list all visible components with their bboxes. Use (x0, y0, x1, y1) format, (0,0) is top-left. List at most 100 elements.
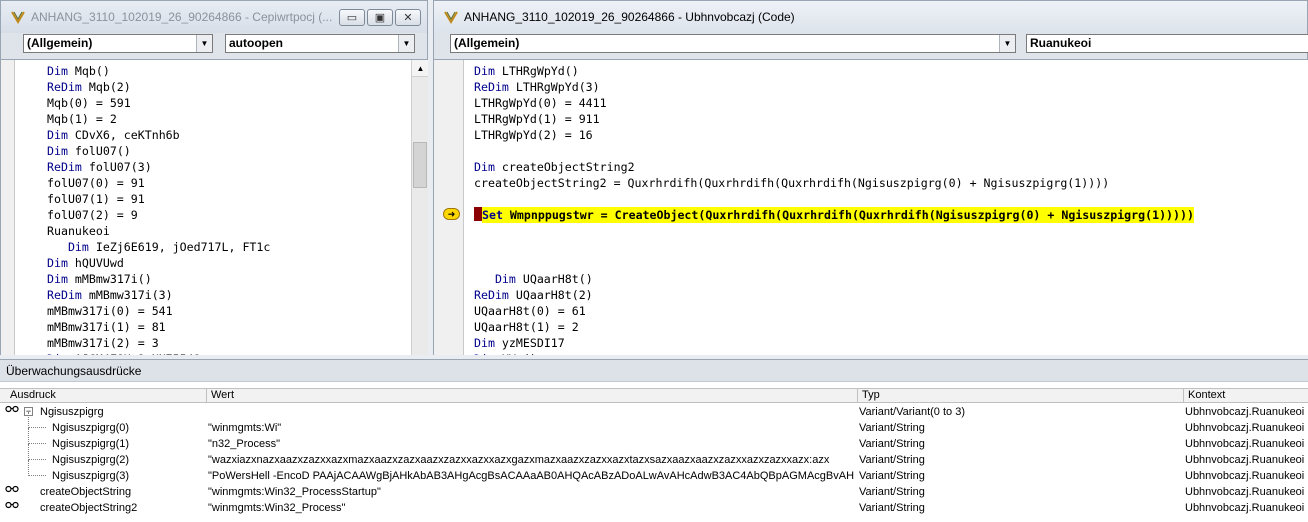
statement-text: Mqb(2) (81, 80, 131, 94)
chevron-down-icon[interactable]: ▼ (999, 35, 1015, 52)
code-line[interactable]: createObjectString2 = Quxrhrdifh(Quxrhrd… (474, 175, 1109, 191)
keyword: ReDim (474, 288, 509, 302)
code-line[interactable]: Dim hQUVUwd (47, 255, 270, 271)
code-line[interactable]: mMBmw317i(2) = 3 (47, 335, 270, 351)
watch-row[interactable]: Ngisuszpigrg(2) "wazxiazxnazxaazxzazxxazx… (0, 444, 1308, 468)
column-header-value[interactable]: Wert (206, 389, 234, 402)
code-line[interactable]: folU07(1) = 91 (47, 191, 270, 207)
code-line[interactable]: Dim UQaarH8t() (474, 271, 1109, 287)
code-line[interactable]: ReDim Mqb(2) (47, 79, 270, 95)
code-line[interactable]: Dim mMBmw317i() (47, 271, 270, 287)
keyword: Dim (47, 256, 68, 270)
procedure-combo[interactable]: Ruanukeoi (1026, 34, 1308, 53)
code-line[interactable] (474, 239, 1109, 255)
code-line[interactable]: ReDim folU07(3) (47, 159, 270, 175)
code-editor[interactable]: Dim LTHRgWpYd() ReDim LTHRgWpYd(3) LTHRgWp… (434, 59, 1308, 355)
left-window-title: ANHANG_3110_102019_26_90264866 - Cepiwrt… (31, 10, 333, 24)
code-line[interactable]: Dim Mqb() (47, 63, 270, 79)
code-line[interactable]: mMBmw317i(0) = 541 (47, 303, 270, 319)
keyword: Dim (47, 128, 68, 142)
keyword: ReDim (47, 80, 82, 94)
statement-text: mMBmw317i(2) = 3 (47, 336, 159, 350)
close-button[interactable]: ✕ (395, 9, 421, 26)
chevron-down-icon[interactable]: ▼ (196, 35, 212, 52)
watch-row[interactable]: − Ngisuszpigrg Variant/Variant(0 to 3) Ubhn… (0, 404, 1308, 420)
maximize-button[interactable]: ▣ (367, 9, 393, 26)
close-icon: ✕ (403, 12, 413, 24)
statement-text: AJGM4F8Hm1xNN75549 (68, 352, 201, 355)
watch-row[interactable]: Ngisuszpigrg(0) "winmgmts:Wi" Variant/Stri… (0, 412, 1308, 436)
code-text[interactable]: Dim Mqb() ReDim Mqb(2) Mqb(0) = 591 Mqb(1) … (47, 63, 270, 355)
code-line[interactable]: ReDim mMBmw317i(3) (47, 287, 270, 303)
scroll-thumb[interactable] (413, 142, 427, 188)
watch-context: Ubhnvobcazj.Ruanukeoi (1185, 470, 1305, 482)
code-line[interactable]: Mqb(1) = 2 (47, 111, 270, 127)
statement-text: Mqb(1) = 2 (47, 112, 117, 126)
code-line[interactable]: folU07(0) = 91 (47, 175, 270, 191)
right-window-titlebar[interactable]: ANHANG_3110_102019_26_90264866 - Ubhnvob… (434, 1, 1307, 33)
keyword: Dim (47, 144, 68, 158)
watch-expression: createObjectString (40, 486, 132, 498)
code-line[interactable]: mMBmw317i(1) = 81 (47, 319, 270, 335)
watch-window-title: Überwachungsausdrücke (0, 360, 1308, 382)
code-line[interactable]: Dim yzMESDI17 (474, 335, 1109, 351)
column-header-type[interactable]: Typ (857, 389, 880, 402)
statement-text: Mqb() (67, 64, 110, 78)
code-line[interactable]: Dim AJGM4F8Hm1xNN75549 (47, 351, 270, 355)
code-line[interactable]: ReDim LTHRgWpYd(3) (474, 79, 1109, 95)
statement-text: LTHRgWpYd(0) = 4411 (474, 96, 607, 110)
watch-type: Variant/String (859, 438, 925, 450)
object-combo[interactable]: (Allgemein) ▼ (450, 34, 1016, 53)
code-line[interactable]: Dim XYg() (474, 351, 1109, 355)
statement-text: mMBmw317i(1) = 81 (47, 320, 166, 334)
procedure-combo-value: Ruanukeoi (1030, 36, 1092, 50)
vertical-scrollbar[interactable]: ▲ (411, 60, 428, 355)
execution-arrow-icon: ➜ (443, 208, 460, 220)
object-combo[interactable]: (Allgemein) ▼ (23, 34, 213, 53)
code-line[interactable]: LTHRgWpYd(2) = 16 (474, 127, 1109, 143)
watch-type: Variant/String (859, 454, 925, 466)
watch-row[interactable]: createObjectString2 "winmgmts:Win32_Proce… (0, 500, 1308, 516)
statement-text: mMBmw317i(3) (81, 288, 173, 302)
code-line[interactable]: Ruanukeoi (47, 223, 270, 239)
column-header-context[interactable]: Kontext (1183, 389, 1225, 402)
procedure-combo[interactable]: autoopen ▼ (225, 34, 415, 53)
tree-connector (28, 428, 46, 444)
code-line[interactable]: LTHRgWpYd(1) = 911 (474, 111, 1109, 127)
column-header-expression[interactable]: Ausdruck (6, 389, 56, 402)
code-line[interactable]: Dim IeZj6E619, jOed717L, FT1c (47, 239, 270, 255)
statement-text: UQaarH8t(1) = 2 (474, 320, 579, 334)
scroll-up-icon[interactable]: ▲ (412, 60, 428, 77)
keyword: Dim (474, 64, 495, 78)
code-line[interactable] (474, 191, 1109, 207)
code-line[interactable]: Mqb(0) = 591 (47, 95, 270, 111)
code-line[interactable]: Dim createObjectString2 (474, 159, 1109, 175)
code-line[interactable] (474, 143, 1109, 159)
code-line[interactable]: UQaarH8t(0) = 61 (474, 303, 1109, 319)
code-editor[interactable]: Dim Mqb() ReDim Mqb(2) Mqb(0) = 591 Mqb(1) … (1, 59, 428, 355)
code-line[interactable] (474, 223, 1109, 239)
statement-text: XYg() (495, 352, 537, 355)
minimize-button[interactable]: ▭ (339, 9, 365, 26)
code-line[interactable]: folU07(2) = 9 (47, 207, 270, 223)
code-line[interactable]: UQaarH8t(1) = 2 (474, 319, 1109, 335)
code-line[interactable]: Dim CDvX6, ceKTnh6b (47, 127, 270, 143)
right-code-window: ANHANG_3110_102019_26_90264866 - Ubhnvob… (433, 0, 1308, 355)
watch-type: Variant/String (859, 502, 925, 514)
statement-text: Ruanukeoi (47, 224, 110, 238)
watch-value: "winmgmts:Win32_ProcessStartup" (208, 486, 381, 498)
code-line[interactable]: LTHRgWpYd(0) = 4411 (474, 95, 1109, 111)
code-line[interactable]: ReDim UQaarH8t(2) (474, 287, 1109, 303)
code-line[interactable] (474, 255, 1109, 271)
watch-row[interactable]: Ngisuszpigrg(1) "n32_Process" Variant/Stri… (0, 428, 1308, 452)
watch-row[interactable]: createObjectString "winmgmts:Win32_Proces… (0, 484, 1308, 500)
chevron-down-icon[interactable]: ▼ (398, 35, 414, 52)
watch-glasses-icon (5, 500, 19, 510)
code-margin[interactable] (1, 60, 15, 355)
current-execution-line[interactable]: Set Wmpnppugstwr = CreateObject(Quxrhrdi… (482, 207, 1194, 223)
watch-row[interactable]: Ngisuszpigrg(3) "PoWersHell -EncoD PAAjAC… (0, 460, 1308, 484)
code-line[interactable]: Dim folU07() (47, 143, 270, 159)
code-line[interactable]: Dim LTHRgWpYd() (474, 63, 1109, 79)
watch-type: Variant/String (859, 470, 925, 482)
keyword: ReDim (474, 80, 509, 94)
